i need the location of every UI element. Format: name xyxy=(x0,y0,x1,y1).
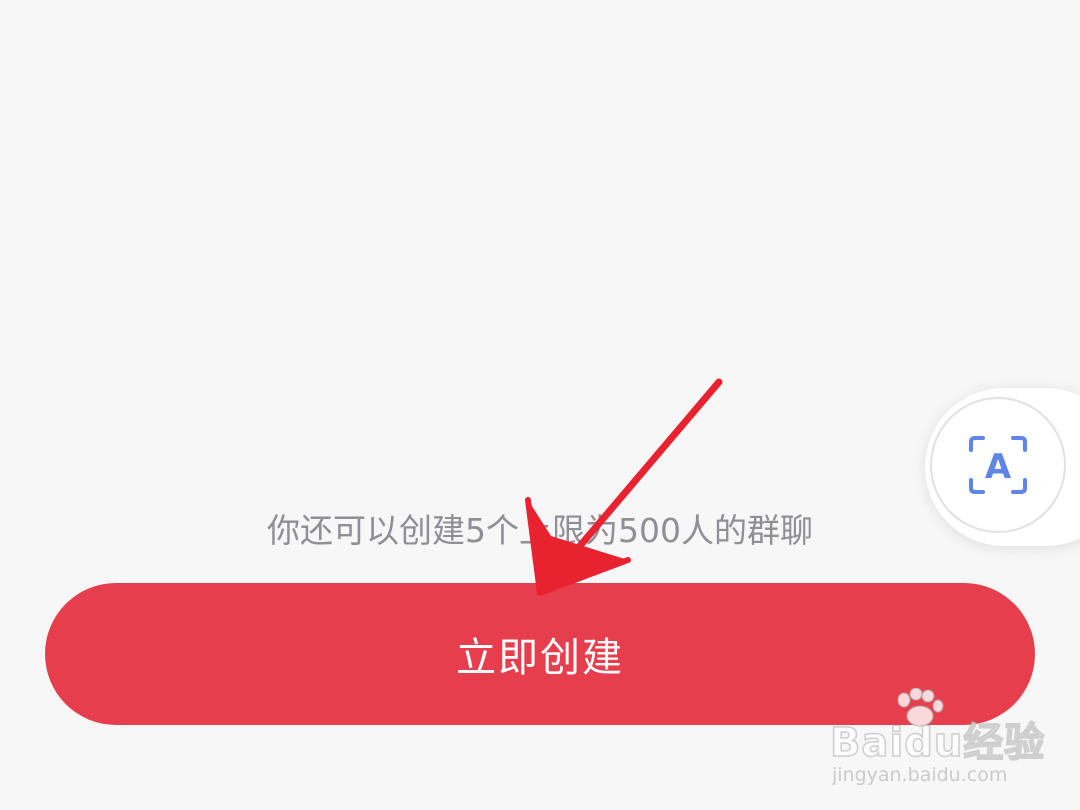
create-now-button-label: 立即创建 xyxy=(456,635,624,681)
text-recognition-button[interactable]: A xyxy=(930,397,1066,533)
create-now-button[interactable]: 立即创建 xyxy=(45,583,1035,725)
watermark-url-text: jingyan.baidu.com xyxy=(832,764,1008,786)
group-limit-info-text: 你还可以创建5个上限为500人的群聊 xyxy=(267,511,813,550)
text-recognition-glyph: A xyxy=(985,447,1012,487)
screen: 你还可以创建5个上限为500人的群聊 立即创建 A Baidu经验 jingya… xyxy=(0,0,1080,810)
text-recognition-icon: A xyxy=(969,436,1027,494)
